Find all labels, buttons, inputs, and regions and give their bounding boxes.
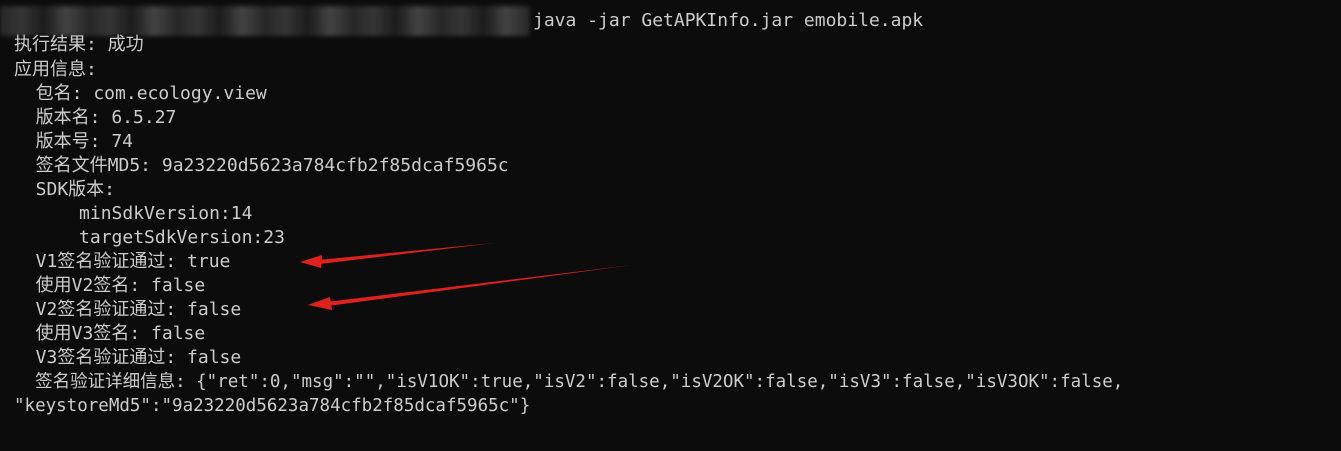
annotation-arrows [300, 243, 632, 310]
arrow-to-v2-line-icon [308, 265, 632, 310]
arrow-to-v1-line-icon [300, 243, 494, 268]
terminal-window[interactable]: java -jar GetAPKInfo.jar emobile.apk 执行结… [0, 0, 1341, 451]
